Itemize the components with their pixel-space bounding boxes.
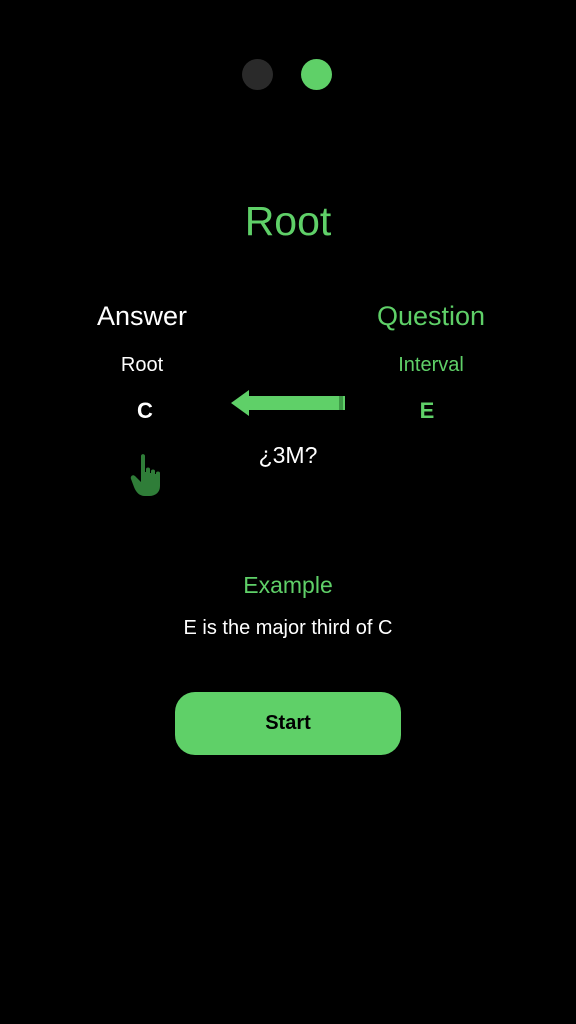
start-button[interactable]: Start	[175, 692, 401, 755]
interval-hint: ¿3M?	[258, 442, 318, 468]
start-button-label: Start	[265, 712, 311, 734]
answer-note: C	[137, 398, 153, 423]
arrow-left-icon	[231, 390, 345, 416]
page-dot-2-active[interactable]	[301, 59, 332, 90]
answer-subheading: Root	[120, 354, 164, 376]
answer-heading: Answer	[96, 301, 188, 331]
question-note: E	[419, 398, 435, 423]
question-heading: Question	[376, 301, 486, 331]
example-heading: Example	[243, 572, 333, 598]
question-subheading: Interval	[398, 354, 464, 376]
page-title: Root	[244, 198, 332, 244]
page-dot-1[interactable]	[242, 59, 273, 90]
example-text: E is the major third of C	[183, 617, 393, 639]
